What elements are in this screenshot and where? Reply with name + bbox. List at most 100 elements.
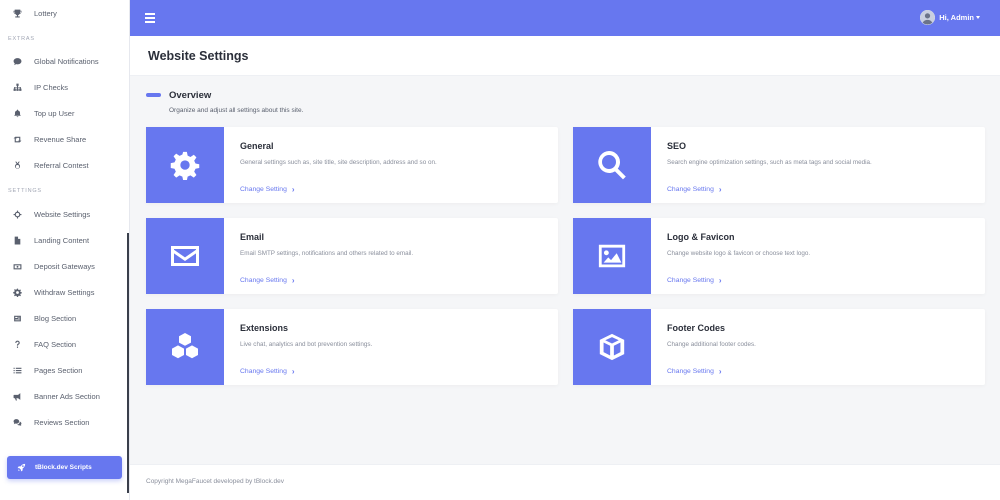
link-label: Change Setting — [240, 368, 287, 375]
footer: Copyright MegaFaucet developed by tBlock… — [130, 464, 1000, 500]
overview-description: Organize and adjust all settings about t… — [169, 107, 304, 114]
settings-card-logo-favicon: Logo & Favicon Change website logo & fav… — [573, 218, 985, 294]
sidebar-item-label: Pages Section — [34, 365, 83, 375]
sidebar-scrollbar[interactable] — [127, 233, 129, 493]
change-setting-link[interactable]: Change Setting › — [667, 367, 722, 376]
card-description: General settings such as, site title, si… — [240, 159, 437, 166]
chevron-right-icon: › — [718, 367, 722, 376]
sidebar-item-label: Deposit Gateways — [34, 261, 95, 271]
retweet-icon — [0, 135, 34, 144]
card-title: Email — [240, 232, 265, 242]
sidebar-item-banner-ads-section[interactable]: Banner Ads Section — [0, 385, 128, 407]
money-icon — [0, 262, 34, 271]
sidebar-item-revenue-share[interactable]: Revenue Share — [0, 128, 128, 150]
sidebar-item-label: Website Settings — [34, 209, 91, 219]
card-title: SEO — [667, 141, 687, 151]
card-description: Live chat, analytics and bot prevention … — [240, 341, 373, 348]
sidebar-item-referral-contest[interactable]: Referral Contest — [0, 154, 128, 176]
settings-card-extensions: Extensions Live chat, analytics and bot … — [146, 309, 558, 385]
file-icon — [0, 236, 34, 245]
comments-icon — [0, 418, 34, 427]
question-icon — [0, 340, 34, 349]
change-setting-link[interactable]: Change Setting › — [240, 367, 295, 376]
card-description: Email SMTP settings, notifications and o… — [240, 250, 414, 257]
card-title: Footer Codes — [667, 323, 726, 333]
sidebar-item-deposit-gateways[interactable]: Deposit Gateways — [0, 255, 128, 277]
sidebar-item-label: Top up User — [34, 108, 75, 118]
sidebar-item-label: Landing Content — [34, 235, 90, 245]
newspaper-icon — [0, 314, 34, 323]
comment-icon — [0, 57, 34, 66]
menu-toggle-icon[interactable] — [145, 12, 155, 24]
search-icon — [573, 127, 651, 203]
link-label: Change Setting — [667, 368, 714, 375]
sidebar-item-faq-section[interactable]: FAQ Section — [0, 333, 128, 355]
settings-card-footer-codes: Footer Codes Change additional footer co… — [573, 309, 985, 385]
card-title: General — [240, 141, 274, 151]
sidebar-item-label: FAQ Section — [34, 339, 77, 349]
page-title: Website Settings — [148, 49, 249, 63]
sidebar-item-ip-checks[interactable]: IP Checks — [0, 76, 128, 98]
chevron-down-icon — [976, 16, 980, 19]
chevron-right-icon: › — [291, 185, 295, 194]
tblock-scripts-button[interactable]: tBlock.dev Scripts — [7, 456, 122, 479]
rocket-icon — [7, 463, 35, 472]
sidebar-item-label: Blog Section — [34, 313, 77, 323]
sidebar-item-blog-section[interactable]: Blog Section — [0, 307, 128, 329]
list-icon — [0, 366, 34, 375]
page-header: Website Settings — [130, 36, 1000, 76]
change-setting-link[interactable]: Change Setting › — [240, 185, 295, 194]
crosshair-icon — [0, 210, 34, 219]
chevron-right-icon: › — [291, 367, 295, 376]
sidebar-item-pages-section[interactable]: Pages Section — [0, 359, 128, 381]
change-setting-link[interactable]: Change Setting › — [667, 185, 722, 194]
sidebar-item-landing-content[interactable]: Landing Content — [0, 229, 128, 251]
bullhorn-icon — [0, 392, 34, 401]
sidebar-section-extras: EXTRAS — [8, 36, 35, 42]
envelope-icon — [146, 218, 224, 294]
tblock-scripts-label: tBlock.dev Scripts — [35, 464, 92, 471]
sidebar-item-top-up-user[interactable]: Top up User — [0, 102, 128, 124]
bell-icon — [0, 109, 34, 118]
chevron-right-icon: › — [718, 276, 722, 285]
card-description: Change website logo & favicon or choose … — [667, 250, 811, 257]
topbar: Hi, Admin — [130, 0, 1000, 36]
chevron-right-icon: › — [718, 185, 722, 194]
sitemap-icon — [0, 83, 34, 92]
link-label: Change Setting — [240, 277, 287, 284]
settings-card-general: General General settings such as, site t… — [146, 127, 558, 203]
gear-icon — [0, 288, 34, 297]
card-description: Change additional footer codes. — [667, 341, 756, 348]
overview-title: Overview — [169, 90, 212, 101]
sidebar-item-reviews-section[interactable]: Reviews Section — [0, 411, 128, 433]
card-description: Search engine optimization settings, suc… — [667, 159, 872, 166]
footer-copyright: Copyright MegaFaucet developed by tBlock… — [146, 478, 285, 485]
sidebar-item-global-notifications[interactable]: Global Notifications — [0, 50, 128, 72]
change-setting-link[interactable]: Change Setting › — [240, 276, 295, 285]
sidebar-item-label: Revenue Share — [34, 134, 87, 144]
settings-card-email: Email Email SMTP settings, notifications… — [146, 218, 558, 294]
sidebar-item-website-settings[interactable]: Website Settings — [0, 203, 128, 225]
trophy-icon — [0, 9, 34, 18]
sidebar-section-settings: SETTINGS — [8, 188, 42, 194]
card-title: Extensions — [240, 323, 289, 333]
sidebar-item-withdraw-settings[interactable]: Withdraw Settings — [0, 281, 128, 303]
sidebar-item-label: Lottery — [34, 8, 57, 18]
award-icon — [0, 161, 34, 170]
link-label: Change Setting — [667, 186, 714, 193]
sidebar-item-label: Reviews Section — [34, 417, 90, 427]
link-label: Change Setting — [240, 186, 287, 193]
sidebar-item-label: Global Notifications — [34, 56, 99, 66]
sidebar-item-label: IP Checks — [34, 82, 69, 92]
cube-icon — [573, 309, 651, 385]
sidebar-item-label: Banner Ads Section — [34, 391, 100, 401]
sidebar: Lottery EXTRAS Global Notifications IP C… — [0, 0, 130, 500]
cubes-icon — [146, 309, 224, 385]
sidebar-item-label: Referral Contest — [34, 160, 89, 170]
sidebar-item-lottery[interactable]: Lottery — [0, 2, 128, 24]
user-menu[interactable]: Hi, Admin — [920, 10, 980, 25]
avatar — [920, 10, 936, 25]
overview-accent-bar — [146, 93, 161, 97]
card-title: Logo & Favicon — [667, 232, 735, 242]
change-setting-link[interactable]: Change Setting › — [667, 276, 722, 285]
